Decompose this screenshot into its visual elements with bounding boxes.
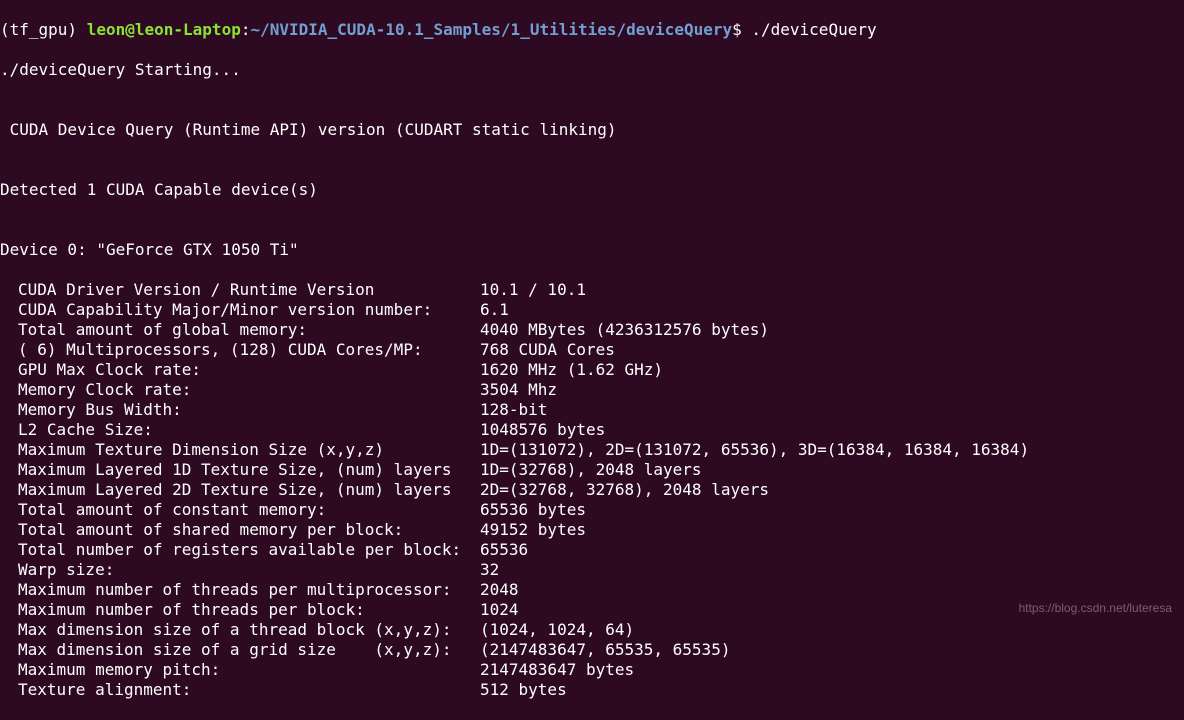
property-row: Maximum Layered 2D Texture Size, (num) l… (0, 480, 1184, 500)
property-key: GPU Max Clock rate: (0, 360, 480, 380)
property-key: Maximum Texture Dimension Size (x,y,z) (0, 440, 480, 460)
property-value: 32 (480, 560, 499, 580)
property-value: (2147483647, 65535, 65535) (480, 640, 730, 660)
property-key: Memory Clock rate: (0, 380, 480, 400)
property-key: Memory Bus Width: (0, 400, 480, 420)
property-value: 512 bytes (480, 680, 567, 700)
property-key: Total amount of global memory: (0, 320, 480, 340)
property-row: Memory Bus Width:128-bit (0, 400, 1184, 420)
property-value: 1D=(32768), 2048 layers (480, 460, 702, 480)
property-row: Total number of registers available per … (0, 540, 1184, 560)
property-key: Maximum Layered 2D Texture Size, (num) l… (0, 480, 480, 500)
property-key: Maximum Layered 1D Texture Size, (num) l… (0, 460, 480, 480)
property-value: 6.1 (480, 300, 509, 320)
property-key: CUDA Capability Major/Minor version numb… (0, 300, 480, 320)
property-row: Maximum number of threads per multiproce… (0, 580, 1184, 600)
property-value: 1048576 bytes (480, 420, 605, 440)
property-value: 1024 (480, 600, 519, 620)
property-key: Total amount of constant memory: (0, 500, 480, 520)
property-value: 65536 (480, 540, 528, 560)
property-row: L2 Cache Size:1048576 bytes (0, 420, 1184, 440)
property-key: Total number of registers available per … (0, 540, 480, 560)
property-row: CUDA Capability Major/Minor version numb… (0, 300, 1184, 320)
prompt-dollar: $ (732, 20, 751, 39)
prompt-userhost: leon@leon-Laptop (87, 20, 241, 39)
property-row: Total amount of global memory:4040 MByte… (0, 320, 1184, 340)
property-row: CUDA Driver Version / Runtime Version10.… (0, 280, 1184, 300)
property-value: (1024, 1024, 64) (480, 620, 634, 640)
property-row: ( 6) Multiprocessors, (128) CUDA Cores/M… (0, 340, 1184, 360)
property-key: ( 6) Multiprocessors, (128) CUDA Cores/M… (0, 340, 480, 360)
property-value: 65536 bytes (480, 500, 586, 520)
property-value: 4040 MBytes (4236312576 bytes) (480, 320, 769, 340)
property-value: 128-bit (480, 400, 547, 420)
property-key: CUDA Driver Version / Runtime Version (0, 280, 480, 300)
device-properties-list: CUDA Driver Version / Runtime Version10.… (0, 280, 1184, 700)
property-row: Memory Clock rate:3504 Mhz (0, 380, 1184, 400)
property-value: 1D=(131072), 2D=(131072, 65536), 3D=(163… (480, 440, 1029, 460)
property-key: Warp size: (0, 560, 480, 580)
property-row: Warp size:32 (0, 560, 1184, 580)
property-row: Max dimension size of a grid size (x,y,z… (0, 640, 1184, 660)
property-value: 2D=(32768, 32768), 2048 layers (480, 480, 769, 500)
output-device: Device 0: "GeForce GTX 1050 Ti" (0, 240, 1184, 260)
property-value: 49152 bytes (480, 520, 586, 540)
property-key: Total amount of shared memory per block: (0, 520, 480, 540)
prompt-path: ~/NVIDIA_CUDA-10.1_Samples/1_Utilities/d… (250, 20, 732, 39)
terminal-output[interactable]: (tf_gpu) leon@leon-Laptop:~/NVIDIA_CUDA-… (0, 0, 1184, 720)
property-row: Texture alignment:512 bytes (0, 680, 1184, 700)
property-key: Texture alignment: (0, 680, 480, 700)
property-key: L2 Cache Size: (0, 420, 480, 440)
property-key: Max dimension size of a thread block (x,… (0, 620, 480, 640)
watermark-text: https://blog.csdn.net/luteresa (1019, 601, 1172, 616)
property-value: 10.1 / 10.1 (480, 280, 586, 300)
property-value: 1620 MHz (1.62 GHz) (480, 360, 663, 380)
property-row: Maximum memory pitch:2147483647 bytes (0, 660, 1184, 680)
property-row: Maximum Layered 1D Texture Size, (num) l… (0, 460, 1184, 480)
entered-command: ./deviceQuery (751, 20, 876, 39)
property-value: 3504 Mhz (480, 380, 557, 400)
property-row: Max dimension size of a thread block (x,… (0, 620, 1184, 640)
output-header: CUDA Device Query (Runtime API) version … (0, 120, 1184, 140)
output-detected: Detected 1 CUDA Capable device(s) (0, 180, 1184, 200)
property-value: 768 CUDA Cores (480, 340, 615, 360)
property-key: Max dimension size of a grid size (x,y,z… (0, 640, 480, 660)
property-row: Total amount of constant memory:65536 by… (0, 500, 1184, 520)
prompt-line: (tf_gpu) leon@leon-Laptop:~/NVIDIA_CUDA-… (0, 20, 1184, 40)
property-value: 2048 (480, 580, 519, 600)
property-key: Maximum number of threads per block: (0, 600, 480, 620)
property-row: Maximum Texture Dimension Size (x,y,z)1D… (0, 440, 1184, 460)
property-value: 2147483647 bytes (480, 660, 634, 680)
property-key: Maximum memory pitch: (0, 660, 480, 680)
prompt-env: (tf_gpu) (0, 20, 87, 39)
property-row: Total amount of shared memory per block:… (0, 520, 1184, 540)
property-key: Maximum number of threads per multiproce… (0, 580, 480, 600)
property-row: Maximum number of threads per block:1024 (0, 600, 1184, 620)
property-row: GPU Max Clock rate:1620 MHz (1.62 GHz) (0, 360, 1184, 380)
output-line-starting: ./deviceQuery Starting... (0, 60, 1184, 80)
